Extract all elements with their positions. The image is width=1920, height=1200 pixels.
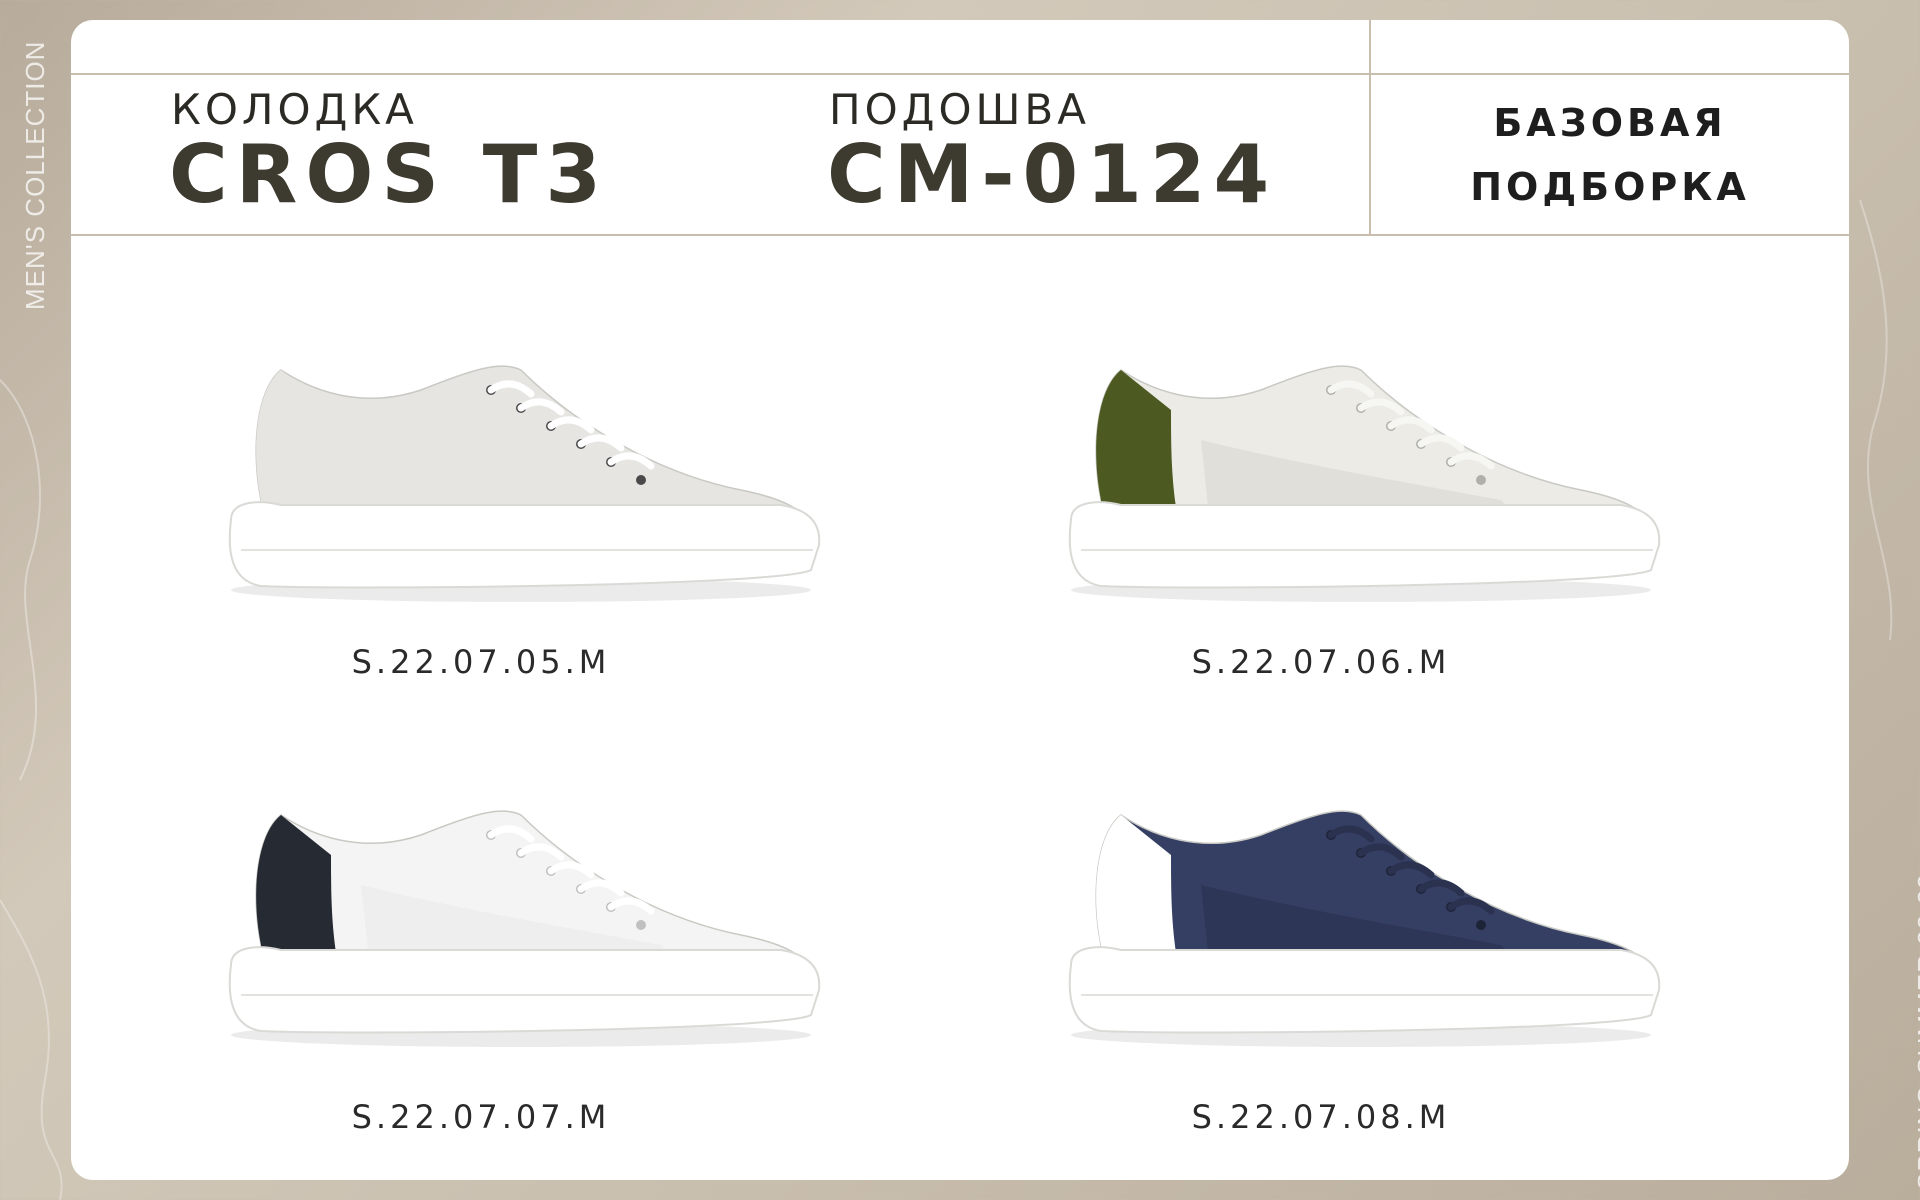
side-label-season: SPRING-SUMMER 22-23 <box>1912 873 1920 1190</box>
product-code-2: S.22.07.06.M <box>1191 643 1451 681</box>
selection-badge: БАЗОВАЯ ПОДБОРКА <box>1371 75 1849 234</box>
sneaker-illustration <box>228 810 821 1047</box>
sneaker-illustration <box>1068 365 1661 602</box>
product-sneaker-1[interactable] <box>221 350 821 610</box>
badge-line-2: ПОДБОРКА <box>1470 164 1750 209</box>
sneaker-illustration <box>1068 810 1661 1047</box>
product-sneaker-2[interactable] <box>1061 350 1661 610</box>
last-value: CROS T3 <box>169 128 610 221</box>
product-code-4: S.22.07.08.M <box>1191 1098 1451 1136</box>
product-sneaker-4[interactable] <box>1061 795 1661 1055</box>
header-bottom-rule <box>71 234 1849 236</box>
badge-line-1: БАЗОВАЯ <box>1493 100 1727 145</box>
product-sneaker-3[interactable] <box>221 795 821 1055</box>
last-label: КОЛОДКА <box>171 85 418 134</box>
sole-label: ПОДОШВА <box>829 85 1090 134</box>
side-label-collection: MEN'S COLLECTION <box>20 40 50 310</box>
product-code-1: S.22.07.05.M <box>351 643 611 681</box>
catalog-card: КОЛОДКА CROS T3 ПОДОШВА CM-0124 БАЗОВАЯ … <box>71 20 1849 1180</box>
sole-value: CM-0124 <box>827 128 1278 221</box>
sneaker-illustration <box>228 365 821 602</box>
product-code-3: S.22.07.07.M <box>351 1098 611 1136</box>
